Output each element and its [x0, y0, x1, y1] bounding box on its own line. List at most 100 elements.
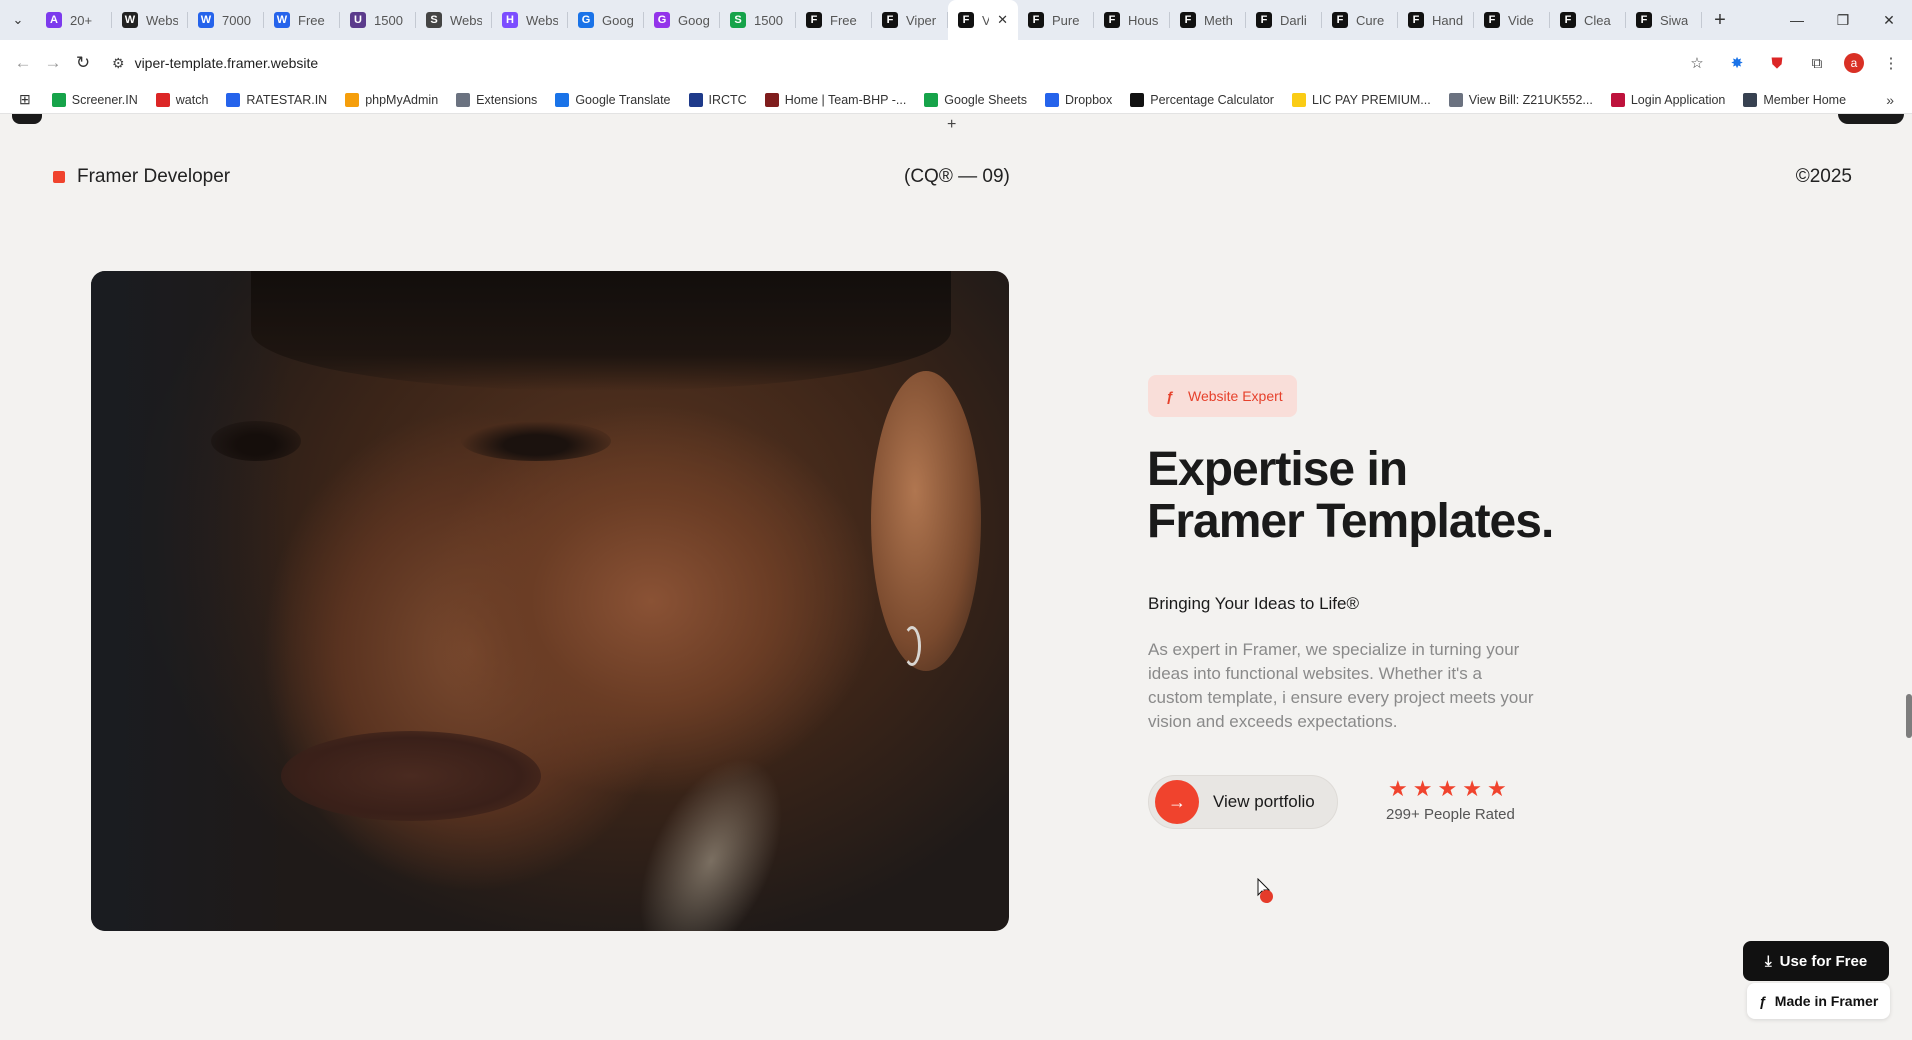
tab-title: Webs [450, 12, 482, 28]
bookmark-favicon-icon [924, 92, 939, 107]
bookmark-item[interactable]: Home | Team-BHP -... [756, 86, 916, 114]
site-info-icon[interactable]: ⚙ [112, 55, 125, 72]
tab-title: V [982, 12, 990, 28]
browser-tab[interactable]: F Viper [872, 0, 948, 40]
browser-tab[interactable]: U 1500 [340, 0, 416, 40]
browser-tab[interactable]: F Meth [1170, 0, 1246, 40]
forward-button[interactable]: → [38, 45, 68, 81]
page-viewport: + Framer Developer (CQ® — 09) ©2025 ƒ We… [0, 114, 1912, 1040]
close-tab-icon[interactable]: ✕ [997, 12, 1008, 28]
bookmark-item[interactable]: Login Application [1602, 86, 1735, 114]
bookmark-favicon-icon [1130, 92, 1145, 107]
tab-favicon-icon: W [122, 12, 138, 28]
bookmark-item[interactable]: Dropbox [1036, 86, 1121, 114]
use-free-label: Use for Free [1779, 952, 1868, 970]
tab-title: Goog [602, 12, 634, 28]
bookmarks-bar: ⊞ Screener.IN watch RATESTAR.IN phpMyAdmin E… [0, 86, 1912, 114]
bookmark-item[interactable]: IRCTC [680, 86, 756, 114]
apps-grid-icon[interactable]: ⊞ [10, 86, 43, 114]
bookmark-favicon-icon [688, 92, 703, 107]
tab-favicon-icon: S [730, 12, 746, 28]
bookmark-item[interactable]: Extensions [447, 86, 546, 114]
bookmark-item[interactable]: Member Home [1734, 86, 1855, 114]
scrollbar-thumb[interactable] [1906, 694, 1912, 738]
bookmark-label: Dropbox [1065, 92, 1113, 107]
tab-list: A 20+ W Webs W 7000 W Free U 1500 S Webs H Webs G Goog G… [36, 0, 1702, 40]
bookmark-item[interactable]: Google Translate [546, 86, 679, 114]
browser-tab[interactable]: W Free [264, 0, 340, 40]
bookmark-item[interactable]: Google Sheets [915, 86, 1036, 114]
bookmark-label: Google Translate [575, 92, 671, 107]
tab-title: Siwa [1660, 12, 1689, 28]
bookmark-favicon-icon [1045, 92, 1059, 107]
use-for-free-button[interactable]: ⤓ Use for Free [1743, 941, 1890, 981]
hero-headline: Expertise in Framer Templates. [1147, 444, 1667, 548]
bookmark-item[interactable]: phpMyAdmin [336, 86, 447, 114]
browser-tab[interactable]: W 7000 [188, 0, 264, 40]
star-icon: ★ [1388, 776, 1408, 801]
bookmark-favicon-icon [226, 92, 241, 107]
bookmark-item[interactable]: Screener.IN [43, 86, 147, 114]
tab-search-chevron-icon[interactable]: ⌄ [0, 0, 36, 40]
extension-icon[interactable]: ✸ [1724, 50, 1750, 76]
minimize-button[interactable]: — [1774, 0, 1820, 40]
tab-favicon-icon: S [426, 12, 442, 28]
browser-tab[interactable]: A 20+ [36, 0, 112, 40]
reload-button[interactable]: ↻ [68, 45, 98, 81]
extensions-puzzle-icon[interactable]: ⧉ [1804, 50, 1830, 76]
bookmark-star-icon[interactable]: ☆ [1684, 50, 1710, 76]
tab-title: Darli [1280, 12, 1307, 28]
tab-title: Meth [1204, 12, 1233, 28]
browser-tab[interactable]: G Goog [644, 0, 720, 40]
tab-title: Free [830, 12, 857, 28]
tab-title: 20+ [70, 12, 93, 28]
tab-favicon-icon: W [274, 12, 290, 28]
shield-extension-icon[interactable]: ⛊ [1764, 50, 1790, 76]
bookmark-item[interactable]: RATESTAR.IN [217, 86, 336, 114]
headline-line-1: Expertise in [1147, 443, 1408, 496]
profile-avatar[interactable]: a [1844, 53, 1864, 73]
bookmark-label: Home | Team-BHP -... [784, 92, 907, 107]
rating-stars: ★ ★ ★ ★ ★ [1388, 778, 1515, 800]
view-portfolio-button[interactable]: → View portfolio [1148, 775, 1338, 829]
tab-title: Pure [1052, 12, 1080, 28]
hero-portrait-image [91, 271, 1009, 931]
browser-tab[interactable]: H Webs [492, 0, 568, 40]
close-window-button[interactable]: ✕ [1866, 0, 1912, 40]
browser-tab[interactable]: F Hand [1398, 0, 1474, 40]
bookmark-item[interactable]: LIC PAY PREMIUM... [1283, 86, 1440, 114]
browser-tab[interactable]: G Goog [568, 0, 644, 40]
top-edge-element-right [1838, 114, 1904, 124]
browser-tab[interactable]: F V ✕ [948, 0, 1018, 40]
browser-tab[interactable]: W Webs [112, 0, 188, 40]
download-icon: ⤓ [1765, 952, 1772, 970]
browser-tab[interactable]: F Hous [1094, 0, 1170, 40]
bookmark-item[interactable]: watch [147, 86, 218, 114]
bookmark-favicon-icon [555, 92, 570, 107]
site-brand[interactable]: Framer Developer [53, 166, 230, 188]
browser-tab[interactable]: F Pure [1018, 0, 1094, 40]
made-in-framer-badge[interactable]: ƒ Made in Framer [1747, 983, 1891, 1019]
bookmarks-overflow-icon[interactable]: » [1886, 92, 1902, 108]
bookmark-item[interactable]: View Bill: Z21UK552... [1440, 86, 1602, 114]
browser-tab[interactable]: S Webs [416, 0, 492, 40]
bookmark-item[interactable]: Percentage Calculator [1121, 86, 1283, 114]
arrow-right-icon: → [1155, 780, 1199, 824]
browser-tab[interactable]: F Darli [1246, 0, 1322, 40]
browser-tab[interactable]: F Clea [1550, 0, 1626, 40]
headline-line-2: Framer Templates. [1147, 495, 1554, 548]
bookmark-label: Member Home [1763, 92, 1847, 107]
back-button[interactable]: ← [8, 45, 38, 81]
tab-favicon-icon: F [1484, 12, 1500, 28]
browser-tab[interactable]: S 1500 [720, 0, 796, 40]
browser-tab[interactable]: F Free [796, 0, 872, 40]
address-bar[interactable]: ⚙ viper-template.framer.website [102, 46, 1662, 80]
new-tab-button[interactable]: + [1702, 9, 1738, 32]
browser-tab[interactable]: F Vide [1474, 0, 1550, 40]
browser-tab[interactable]: F Cure [1322, 0, 1398, 40]
tab-favicon-icon: F [1332, 12, 1348, 28]
bookmark-list: Screener.IN watch RATESTAR.IN phpMyAdmin Ext… [43, 86, 1855, 114]
restore-button[interactable]: ❐ [1820, 0, 1866, 40]
menu-kebab-icon[interactable]: ⋮ [1878, 50, 1904, 76]
browser-tab[interactable]: F Siwa [1626, 0, 1702, 40]
